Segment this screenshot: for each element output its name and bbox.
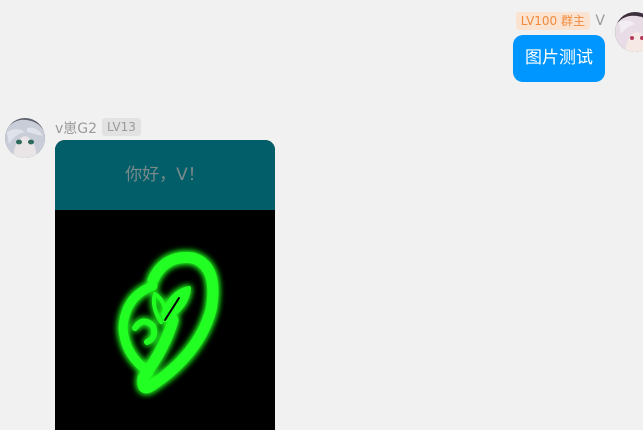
- my-username[interactable]: V: [595, 13, 605, 29]
- owner-level-badge: LV100 群主: [515, 12, 590, 30]
- peer-image-message[interactable]: 你好，V！: [55, 140, 275, 430]
- image-header-text: 你好，V！: [55, 140, 275, 210]
- anime-avatar-icon: [615, 12, 643, 52]
- my-message-bubble[interactable]: 图片测试: [513, 35, 605, 82]
- anime-avatar-icon: [5, 118, 45, 158]
- peer-username[interactable]: v崽G2: [55, 118, 97, 138]
- peer-avatar[interactable]: [5, 118, 45, 158]
- image-body: [55, 210, 275, 430]
- green-heart-leaf-icon: [118, 251, 219, 394]
- my-avatar[interactable]: [615, 12, 643, 52]
- peer-level-badge: LV13: [102, 118, 141, 136]
